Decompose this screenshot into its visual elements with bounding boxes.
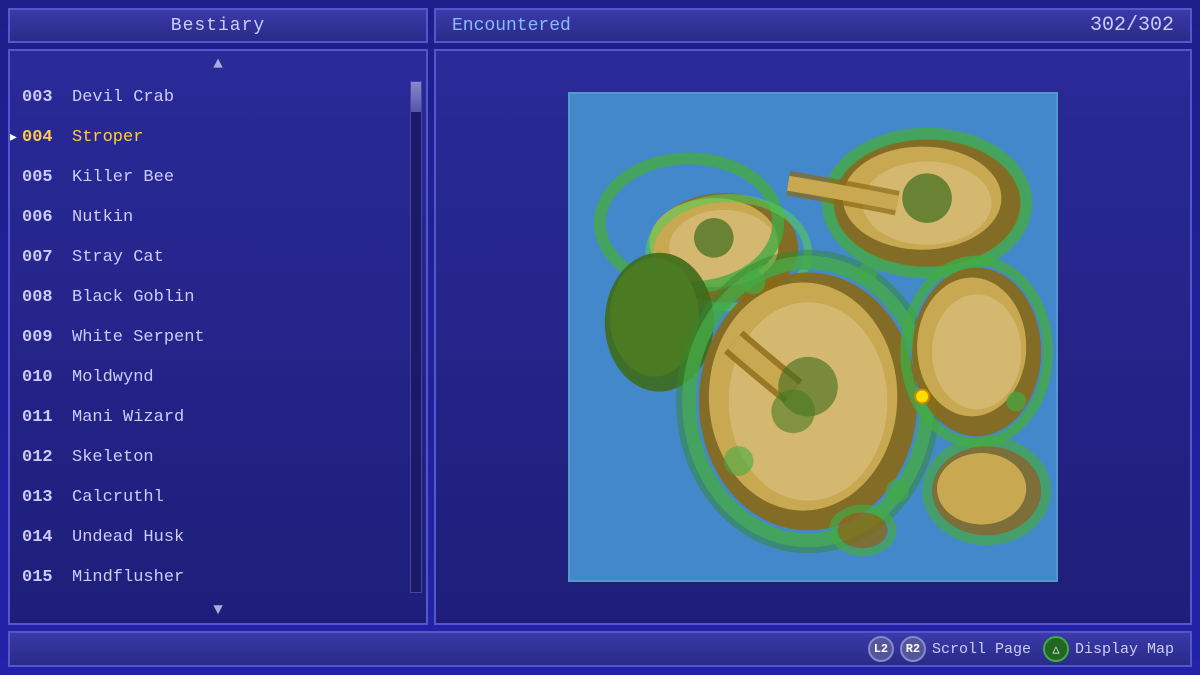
map-panel [434,49,1192,625]
list-item[interactable]: 013Calcruthl [10,477,426,517]
list-item[interactable]: 008Black Goblin [10,277,426,317]
item-name: Skeleton [72,448,154,467]
display-map-hint: △ Display Map [1043,636,1174,662]
main-container: Bestiary Encountered 302/302 ▲ 003Devil … [0,0,1200,675]
list-item[interactable]: 010Moldwynd [10,357,426,397]
item-name: Killer Bee [72,168,174,187]
list-item[interactable]: 009White Serpent [10,317,426,357]
scroll-up-button[interactable]: ▲ [10,51,426,77]
scrollbar-thumb [411,82,421,112]
item-number: 003 [22,88,72,107]
item-name: White Serpent [72,328,205,347]
cursor-arrow-icon: ▶ [10,126,17,148]
triangle-badge: △ [1043,636,1069,662]
scroll-page-hint: L2 R2 Scroll Page [868,636,1031,662]
list-panel: ▲ 003Devil Crab▶004Stroper005Killer Bee0… [8,49,428,625]
scroll-label: Scroll Page [932,641,1031,658]
map-container [568,92,1058,582]
item-name: Stray Cat [72,248,164,267]
item-name: Stroper [72,128,143,147]
item-name: Calcruthl [72,488,164,507]
content-row: ▲ 003Devil Crab▶004Stroper005Killer Bee0… [8,49,1192,625]
list-item[interactable]: 015Mindflusher [10,557,426,597]
item-number: 007 [22,248,72,267]
item-number: 009 [22,328,72,347]
list-item[interactable]: 007Stray Cat [10,237,426,277]
item-number: 011 [22,408,72,427]
item-name: Black Goblin [72,288,194,307]
scroll-down-button[interactable]: ▼ [10,597,426,623]
item-number: 015 [22,568,72,587]
world-map [570,94,1056,580]
list-item[interactable]: ▶ 004Stroper [10,117,426,157]
item-name: Moldwynd [72,368,154,387]
item-number: 012 [22,448,72,467]
encounter-count: 302/302 [1090,14,1174,37]
list-item[interactable]: 012Skeleton [10,437,426,477]
list-item[interactable]: 005Killer Bee [10,157,426,197]
l2-badge: L2 [868,636,894,662]
header-row: Bestiary Encountered 302/302 [8,8,1192,43]
item-name: Undead Husk [72,528,184,547]
display-map-label: Display Map [1075,641,1174,658]
item-number: 008 [22,288,72,307]
item-number: 013 [22,488,72,507]
r2-badge: R2 [900,636,926,662]
item-name: Nutkin [72,208,133,227]
encountered-label: Encountered [452,16,571,36]
item-number: 004 [22,128,72,147]
list-item[interactable]: 006Nutkin [10,197,426,237]
bestiary-title-panel: Bestiary [8,8,428,43]
item-name: Mindflusher [72,568,184,587]
item-name: Mani Wizard [72,408,184,427]
footer-row: L2 R2 Scroll Page △ Display Map [8,631,1192,667]
list-item[interactable]: 014Undead Husk [10,517,426,557]
item-number: 005 [22,168,72,187]
item-number: 010 [22,368,72,387]
item-number: 014 [22,528,72,547]
encountered-panel: Encountered 302/302 [434,8,1192,43]
scrollbar-track[interactable] [410,81,422,593]
list-item[interactable]: 011Mani Wizard [10,397,426,437]
list-items: 003Devil Crab▶004Stroper005Killer Bee006… [10,77,426,597]
list-item[interactable]: 003Devil Crab [10,77,426,117]
item-number: 006 [22,208,72,227]
bestiary-title: Bestiary [171,16,265,36]
item-name: Devil Crab [72,88,174,107]
